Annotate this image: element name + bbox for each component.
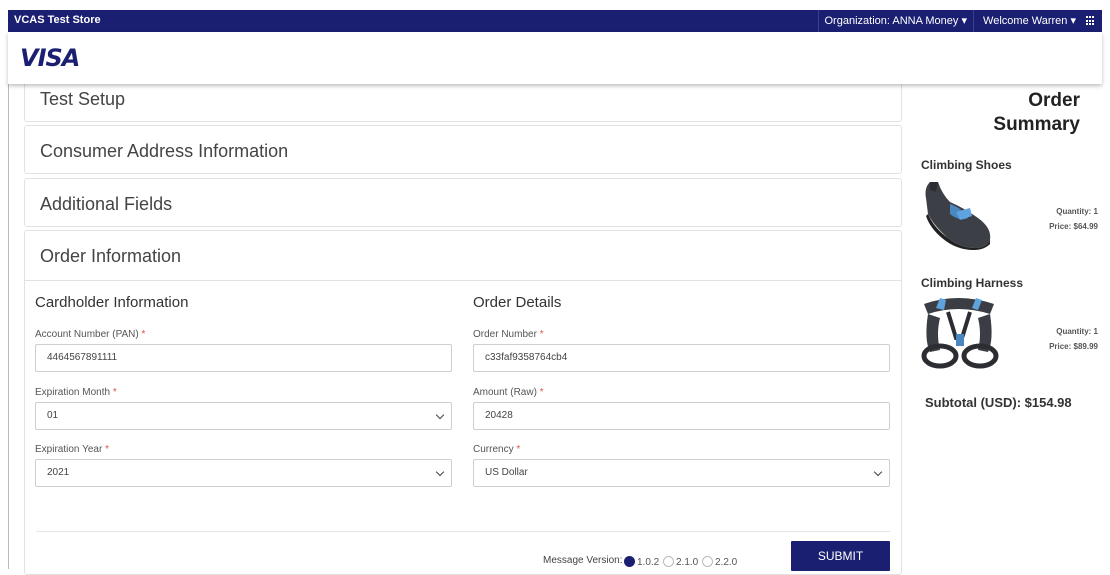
consumer-address-title[interactable]: Consumer Address Information — [40, 141, 288, 162]
version-radio-1-0-2[interactable] — [624, 556, 635, 567]
product-price: Price: $89.99 — [1049, 342, 1098, 351]
amount-label: Amount (Raw) * — [473, 387, 544, 398]
order-information-title[interactable]: Order Information — [40, 246, 181, 267]
subtotal: Subtotal (USD): $154.98 — [925, 395, 1072, 410]
message-version-label: Message Version: — [543, 555, 623, 566]
top-navbar: VCAS Test Store Organization: ANNA Money… — [8, 10, 1102, 32]
currency-label: Currency * — [473, 444, 521, 455]
panel-divider — [25, 280, 901, 281]
product-name: Climbing Shoes — [921, 158, 1012, 172]
currency-value: US Dollar — [485, 467, 528, 478]
product-quantity: Quantity: 1 — [1056, 327, 1098, 336]
pan-label: Account Number (PAN) * — [35, 329, 146, 340]
caret-down-icon: ▾ — [1070, 15, 1076, 27]
pan-input[interactable]: 4464567891111 — [35, 344, 452, 372]
version-label-1-0-2: 1.0.2 — [637, 557, 660, 568]
exp-year-label: Expiration Year * — [35, 444, 109, 455]
order-number-input[interactable]: c33faf9358764cb4 — [473, 344, 890, 372]
version-label-2-2-0: 2.2.0 — [715, 557, 738, 568]
product-price: Price: $64.99 — [1049, 222, 1098, 231]
version-label-2-1-0: 2.1.0 — [676, 557, 699, 568]
additional-fields-panel[interactable]: Additional Fields — [24, 178, 902, 227]
user-dropdown[interactable]: Welcome Warren ▾ — [977, 10, 1082, 32]
exp-month-value: 01 — [47, 410, 59, 421]
consumer-address-panel[interactable]: Consumer Address Information — [24, 125, 902, 174]
cardholder-heading: Cardholder Information — [35, 294, 189, 311]
logo-header: VISA — [8, 32, 1102, 84]
organization-dropdown[interactable]: Organization: ANNA Money ▾ — [817, 10, 974, 32]
currency-select[interactable]: US Dollar — [473, 459, 890, 487]
chevron-down-icon — [435, 467, 445, 477]
product-name: Climbing Harness — [921, 276, 1024, 290]
welcome-label: Welcome Warren — [983, 15, 1068, 27]
test-setup-title[interactable]: Test Setup — [40, 89, 125, 110]
form-divider — [36, 531, 890, 532]
exp-month-select[interactable]: 01 — [35, 402, 452, 430]
exp-year-value: 2021 — [47, 467, 70, 478]
product-quantity: Quantity: 1 — [1056, 207, 1098, 216]
additional-fields-title[interactable]: Additional Fields — [40, 194, 172, 215]
store-title[interactable]: VCAS Test Store — [14, 14, 101, 26]
climbing-shoe-image — [925, 182, 991, 250]
exp-month-label: Expiration Month * — [35, 387, 117, 398]
version-radio-2-1-0[interactable] — [663, 556, 674, 567]
version-radio-2-2-0[interactable] — [702, 556, 713, 567]
order-summary-title-line2: Summary — [993, 114, 1080, 135]
page-border — [8, 84, 9, 569]
visa-logo: VISA — [20, 44, 80, 72]
order-summary-title-line1: Order — [1028, 90, 1080, 111]
climbing-harness-image — [921, 298, 999, 369]
caret-down-icon: ▾ — [961, 15, 967, 27]
order-number-label: Order Number * — [473, 329, 544, 340]
submit-button[interactable]: SUBMIT — [791, 541, 890, 571]
chevron-down-icon — [873, 467, 883, 477]
test-setup-panel[interactable]: Test Setup — [24, 80, 902, 122]
apps-grid-icon[interactable] — [1086, 16, 1096, 26]
amount-input[interactable]: 20428 — [473, 402, 890, 430]
order-details-heading: Order Details — [473, 294, 562, 311]
organization-label: Organization: ANNA Money — [824, 15, 959, 27]
chevron-down-icon — [435, 410, 445, 420]
exp-year-select[interactable]: 2021 — [35, 459, 452, 487]
